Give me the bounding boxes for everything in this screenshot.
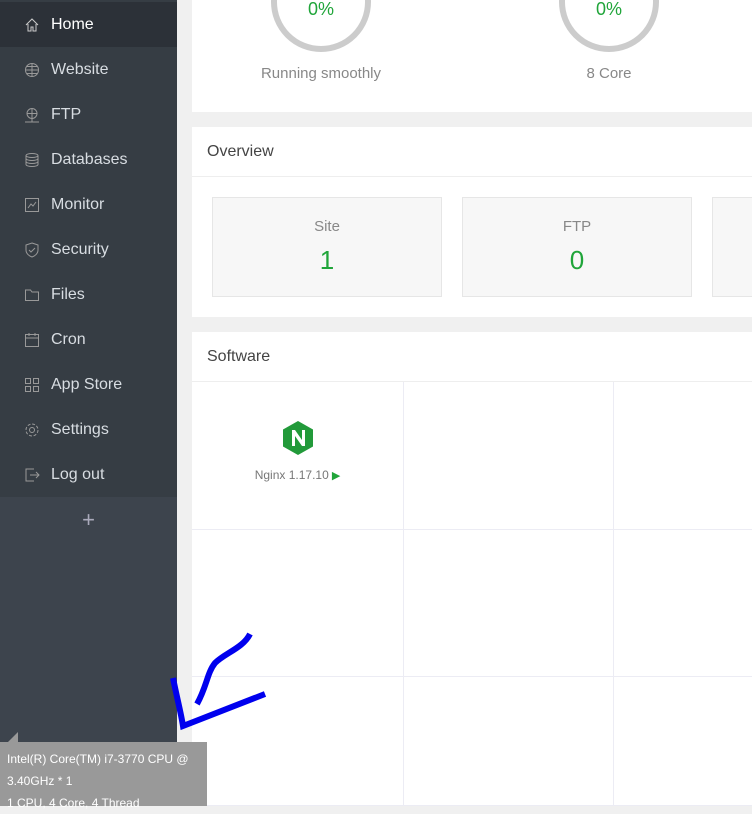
software-item-nginx[interactable]: Nginx 1.17.10 ▶ <box>192 382 404 530</box>
sidebar-item-website[interactable]: Website <box>0 47 177 92</box>
ftp-card[interactable]: FTP 0 <box>462 197 692 297</box>
software-slot <box>403 382 614 530</box>
software-label: Nginx 1.17.10 <box>254 468 329 482</box>
sidebar-item-ftp[interactable]: FTP <box>0 92 177 137</box>
card-title: Site <box>314 218 340 235</box>
gauge-ring: 0% <box>271 0 371 52</box>
software-slot <box>403 529 614 677</box>
sidebar: Home Website FTP Databases Monitor Secur… <box>0 0 177 806</box>
software-title: Software <box>192 332 752 382</box>
sidebar-item-app-store[interactable]: App Store <box>0 362 177 407</box>
load-gauge: 0% Running smoothly <box>231 0 411 82</box>
grid-icon <box>24 377 40 393</box>
gear-icon <box>24 422 40 438</box>
tooltip-line: 1 CPU, 4 Core, 4 Thread <box>7 796 140 810</box>
software-slot <box>613 529 752 677</box>
status-panel: 0% Running smoothly 0% 8 Core <box>192 0 752 112</box>
software-slot <box>613 382 752 530</box>
gauge-label: 8 Core <box>586 65 632 82</box>
gauge-ring: 0% <box>559 0 659 52</box>
sidebar-item-label: Home <box>51 15 94 33</box>
site-card[interactable]: Site 1 <box>212 197 442 297</box>
sidebar-item-home[interactable]: Home <box>0 2 177 47</box>
ftp-icon <box>24 107 40 123</box>
card-value[interactable]: 1 <box>213 245 441 276</box>
overview-panel: Overview Site 1 FTP 0 <box>192 127 752 317</box>
card-title: FTP <box>562 218 592 235</box>
shield-icon <box>24 241 40 258</box>
software-panel: Software Nginx 1.17.10 ▶ <box>192 332 752 806</box>
software-name[interactable]: Nginx 1.17.10 ▶ <box>192 468 403 482</box>
sidebar-menu: Home Website FTP Databases Monitor Secur… <box>0 0 177 497</box>
cpu-tooltip: Intel(R) Core(TM) i7-3770 CPU @ 3.40GHz … <box>0 732 207 810</box>
sidebar-item-label: Databases <box>51 150 128 168</box>
software-grid: Nginx 1.17.10 ▶ <box>192 382 752 806</box>
home-icon <box>24 17 40 33</box>
sidebar-item-label: Website <box>51 60 109 78</box>
sidebar-item-security[interactable]: Security <box>0 227 177 272</box>
card-value[interactable]: 0 <box>463 245 691 276</box>
play-icon[interactable]: ▶ <box>329 470 340 482</box>
sidebar-item-databases[interactable]: Databases <box>0 137 177 182</box>
sidebar-item-label: Log out <box>51 465 105 483</box>
gauge-label: Running smoothly <box>260 65 382 82</box>
overview-title: Overview <box>192 127 752 177</box>
logout-icon <box>24 467 40 483</box>
sidebar-item-cron[interactable]: Cron <box>0 317 177 362</box>
sidebar-item-monitor[interactable]: Monitor <box>0 182 177 227</box>
folder-icon <box>24 287 40 303</box>
sidebar-item-label: Settings <box>51 420 109 438</box>
sidebar-item-label: Cron <box>51 330 86 348</box>
sidebar-item-label: Files <box>51 285 85 303</box>
globe-icon <box>24 62 40 78</box>
sidebar-item-label: App Store <box>51 375 123 393</box>
add-button[interactable]: + <box>0 497 177 542</box>
tooltip-line: 3.40GHz * 1 <box>7 774 73 788</box>
software-slot <box>403 676 614 806</box>
cpu-gauge[interactable]: 0% 8 Core <box>519 0 699 82</box>
database-card[interactable] <box>712 197 752 297</box>
sidebar-item-settings[interactable]: Settings <box>0 407 177 452</box>
sidebar-item-logout[interactable]: Log out <box>0 452 177 497</box>
tooltip-line: Intel(R) Core(TM) i7-3770 CPU @ <box>7 752 189 766</box>
nginx-icon <box>281 420 315 456</box>
software-slot <box>613 676 752 806</box>
annotation-arrow-icon <box>170 632 267 731</box>
sidebar-item-label: Security <box>51 240 109 258</box>
database-icon <box>24 152 40 168</box>
sidebar-item-label: Monitor <box>51 195 105 213</box>
monitor-icon <box>24 197 40 213</box>
sidebar-item-label: FTP <box>51 105 82 123</box>
sidebar-item-files[interactable]: Files <box>0 272 177 317</box>
calendar-icon <box>24 332 40 348</box>
